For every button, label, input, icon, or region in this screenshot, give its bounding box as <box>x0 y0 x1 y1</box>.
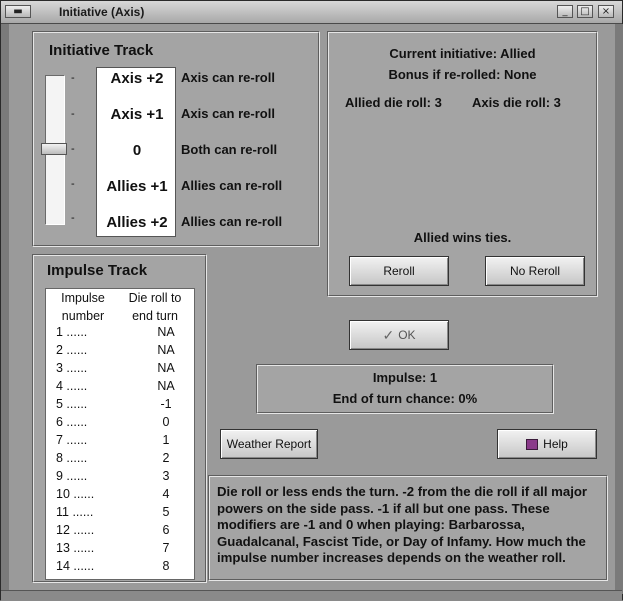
right-frame <box>615 24 623 594</box>
initiative-track-heading: Initiative Track <box>49 42 154 59</box>
slider-tick: - <box>71 108 75 120</box>
initiative-description: Axis can re-roll <box>181 70 275 85</box>
die-roll-cell: -1 <box>160 397 172 411</box>
die-roll-cell: NA <box>157 379 175 393</box>
slider-tick: - <box>71 178 75 190</box>
impulse-number: Impulse: 1 <box>372 370 438 385</box>
bonus-if-rerolled: Bonus if re-rolled: None <box>388 67 537 82</box>
initiative-value: Allies +1 <box>106 178 168 195</box>
die-roll-cell: NA <box>157 343 175 357</box>
die-roll-cell: NA <box>157 361 175 375</box>
die-roll-cell: NA <box>157 325 175 339</box>
initiative-description: Both can re-roll <box>181 142 278 157</box>
impulse-number-cell: 10 ...... <box>56 487 95 501</box>
window-title: Initiative (Axis) <box>59 5 145 19</box>
left-frame <box>1 24 9 594</box>
die-roll-cell: 2 <box>162 451 170 465</box>
initiative-description: Allies can re-roll <box>181 214 283 229</box>
impulse-number-cell: 14 ...... <box>56 559 95 573</box>
initiative-value: 0 <box>132 142 142 159</box>
initiative-dialog: ▬ Initiative (Axis) _ □ × Initiative Tra… <box>0 0 623 601</box>
impulse-number-header: Impulse number <box>61 291 105 323</box>
bottom-frame <box>1 590 622 601</box>
impulse-number-cell: 7 ...... <box>56 433 88 447</box>
impulse-number-cell: 3 ...... <box>56 361 88 375</box>
checkmark-icon: ✓ <box>382 326 395 343</box>
minimize-icon[interactable]: _ <box>557 5 573 18</box>
maximize-icon[interactable]: □ <box>577 5 593 18</box>
title-bar[interactable]: ▬ Initiative (Axis) _ □ × <box>1 1 622 24</box>
help-button[interactable]: Help <box>497 429 597 459</box>
slider-tick: - <box>71 72 75 84</box>
initiative-value: Allies +2 <box>106 214 168 231</box>
impulse-number-cell: 5 ...... <box>56 397 88 411</box>
impulse-number-cell: 11 ...... <box>56 505 94 519</box>
initiative-slider-thumb[interactable] <box>41 143 67 155</box>
no-reroll-button[interactable]: No Reroll <box>485 256 585 286</box>
impulse-table: Impulse number Die roll to end turn 1 ..… <box>45 288 195 580</box>
ties-rule: Allied wins ties. <box>413 230 512 245</box>
impulse-number-cell: 8 ...... <box>56 451 88 465</box>
impulse-number-cell: 4 ...... <box>56 379 88 393</box>
die-roll-cell: 6 <box>162 523 170 537</box>
impulse-number-cell: 6 ...... <box>56 415 88 429</box>
impulse-number-cell: 12 ...... <box>56 523 95 537</box>
die-roll-cell: 7 <box>162 541 170 555</box>
initiative-values-box: Axis +2 Axis +1 0 Allies +1 Allies +2 <box>96 67 176 237</box>
impulse-number-cell: 1 ...... <box>56 325 88 339</box>
impulse-number-cell: 2 ...... <box>56 343 88 357</box>
initiative-value: Axis +2 <box>110 70 164 87</box>
current-initiative: Current initiative: Allied <box>389 46 536 61</box>
initiative-description: Axis can re-roll <box>181 106 275 121</box>
initiative-value: Axis +1 <box>110 106 164 123</box>
axis-die-roll: Axis die roll: 3 <box>472 95 561 110</box>
ok-button[interactable]: ✓ OK <box>349 320 449 350</box>
help-label: Help <box>543 437 568 451</box>
system-menu-icon[interactable]: ▬ <box>5 5 31 18</box>
help-text-panel: Die roll or less ends the turn. -2 from … <box>208 475 608 581</box>
book-icon <box>526 438 539 450</box>
die-roll-cell: 0 <box>162 415 170 429</box>
weather-report-button[interactable]: Weather Report <box>220 429 318 459</box>
slider-tick: - <box>71 143 75 155</box>
allied-die-roll: Allied die roll: 3 <box>345 95 442 110</box>
initiative-description: Allies can re-roll <box>181 178 283 193</box>
die-roll-cell: 1 <box>162 433 170 447</box>
close-icon[interactable]: × <box>598 5 614 18</box>
end-of-turn-chance: End of turn chance: 0% <box>332 391 478 406</box>
impulse-number-cell: 9 ...... <box>56 469 88 483</box>
die-roll-header: Die roll to end turn <box>128 291 182 323</box>
slider-tick: - <box>71 212 75 224</box>
impulse-number-cell: 13 ...... <box>56 541 95 555</box>
impulse-track-heading: Impulse Track <box>47 262 148 279</box>
die-roll-cell: 4 <box>162 487 170 501</box>
reroll-button[interactable]: Reroll <box>349 256 449 286</box>
help-text: Die roll or less ends the turn. -2 from … <box>217 484 588 565</box>
ok-label: OK <box>398 328 416 342</box>
die-roll-cell: 8 <box>162 559 170 573</box>
die-roll-cell: 3 <box>162 469 170 483</box>
die-roll-cell: 5 <box>162 505 170 519</box>
